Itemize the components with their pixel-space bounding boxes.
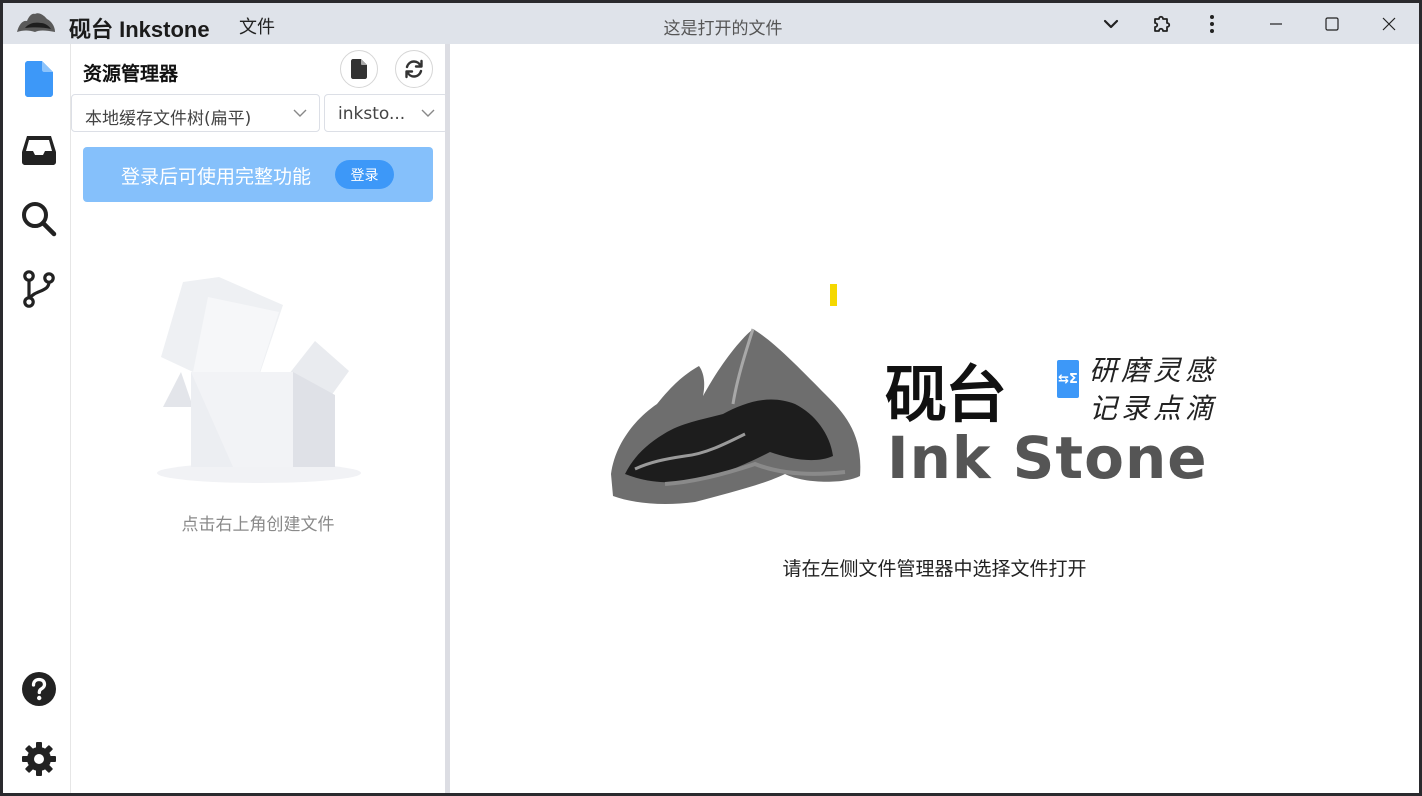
- extension-icon: [1154, 15, 1171, 32]
- maximize-icon: [1325, 16, 1339, 31]
- brand-chinese-name: 砚台: [885, 358, 1007, 431]
- activity-inbox[interactable]: [19, 130, 59, 170]
- inkstone-logo-icon: [17, 13, 55, 32]
- text-cursor-marker: [830, 284, 837, 306]
- brand-slogan-line2: 记录点滴: [1089, 392, 1218, 425]
- title-bar[interactable]: 砚台 Inkstone 文件 这是打开的文件: [3, 3, 1419, 44]
- refresh-icon: [405, 59, 423, 79]
- more-vert-icon: [1210, 14, 1214, 33]
- workspace-select[interactable]: inksto...: [324, 94, 448, 132]
- login-button[interactable]: 登录: [335, 160, 394, 189]
- empty-state-text: 点击右上角创建文件: [181, 515, 335, 535]
- activity-settings[interactable]: [19, 739, 59, 779]
- git-branch-icon: [23, 270, 55, 308]
- open-file-hint: 请在左侧文件管理器中选择文件打开: [782, 558, 1087, 580]
- explorer-title: 资源管理器: [83, 63, 179, 85]
- activity-explorer[interactable]: [19, 59, 59, 99]
- file-menu[interactable]: 文件: [239, 13, 275, 39]
- activity-help[interactable]: [19, 669, 59, 709]
- close-button[interactable]: [1366, 3, 1412, 44]
- tree-mode-select[interactable]: 本地缓存文件树(扁平): [71, 94, 320, 132]
- login-banner-text: 登录后可使用完整功能: [121, 166, 312, 188]
- search-icon: [22, 202, 57, 237]
- brand-tag-badge: ⇆Σ: [1057, 360, 1079, 398]
- maximize-button[interactable]: [1309, 3, 1355, 44]
- brand-slogan: 研磨灵感 记录点滴: [1089, 352, 1259, 428]
- new-file-icon: [351, 59, 367, 79]
- file-icon: [25, 61, 53, 97]
- help-icon: [22, 672, 56, 706]
- new-file-button[interactable]: [340, 50, 378, 88]
- brand-banner: 砚台 ⇆Σ 研磨灵感 记录点滴 Ink Stone: [605, 324, 1265, 509]
- close-icon: [1382, 17, 1396, 30]
- editor-area: 砚台 ⇆Σ 研磨灵感 记录点滴 Ink Stone 请在左侧文件管理器中选择文件…: [450, 44, 1419, 793]
- brand-english-name: Ink Stone: [887, 424, 1208, 492]
- dropdown-button[interactable]: [1088, 3, 1134, 44]
- chevron-down-icon: [293, 109, 307, 117]
- tree-mode-value: 本地缓存文件树(扁平): [85, 109, 252, 129]
- app-window: 砚台 Inkstone 文件 这是打开的文件 资源管理器 本地缓存文件树(扁平)…: [3, 3, 1419, 793]
- settings-icon: [22, 742, 56, 776]
- brand-slogan-line1: 研磨灵感: [1089, 354, 1218, 387]
- inkstone-mountain-logo: [611, 328, 861, 504]
- activity-source-control[interactable]: [19, 269, 59, 309]
- chevron-down-icon: [1103, 19, 1119, 28]
- minimize-icon: [1270, 22, 1282, 25]
- app-title: 砚台 Inkstone: [69, 17, 210, 42]
- activity-search[interactable]: [19, 199, 59, 239]
- chevron-down-icon: [421, 109, 435, 117]
- extensions-button[interactable]: [1139, 3, 1185, 44]
- minimize-button[interactable]: [1253, 3, 1299, 44]
- explorer-panel: 资源管理器 本地缓存文件树(扁平) inksto... 登录后可使用完整功能 登…: [71, 44, 448, 793]
- activity-bar: [3, 44, 71, 793]
- inbox-icon: [22, 136, 56, 165]
- workspace-value: inksto...: [338, 104, 406, 124]
- login-banner[interactable]: 登录后可使用完整功能 登录: [83, 147, 433, 202]
- open-file-title: 这是打开的文件: [663, 19, 783, 39]
- empty-box-illustration: [157, 277, 361, 483]
- refresh-button[interactable]: [395, 50, 433, 88]
- more-options-button[interactable]: [1189, 3, 1235, 44]
